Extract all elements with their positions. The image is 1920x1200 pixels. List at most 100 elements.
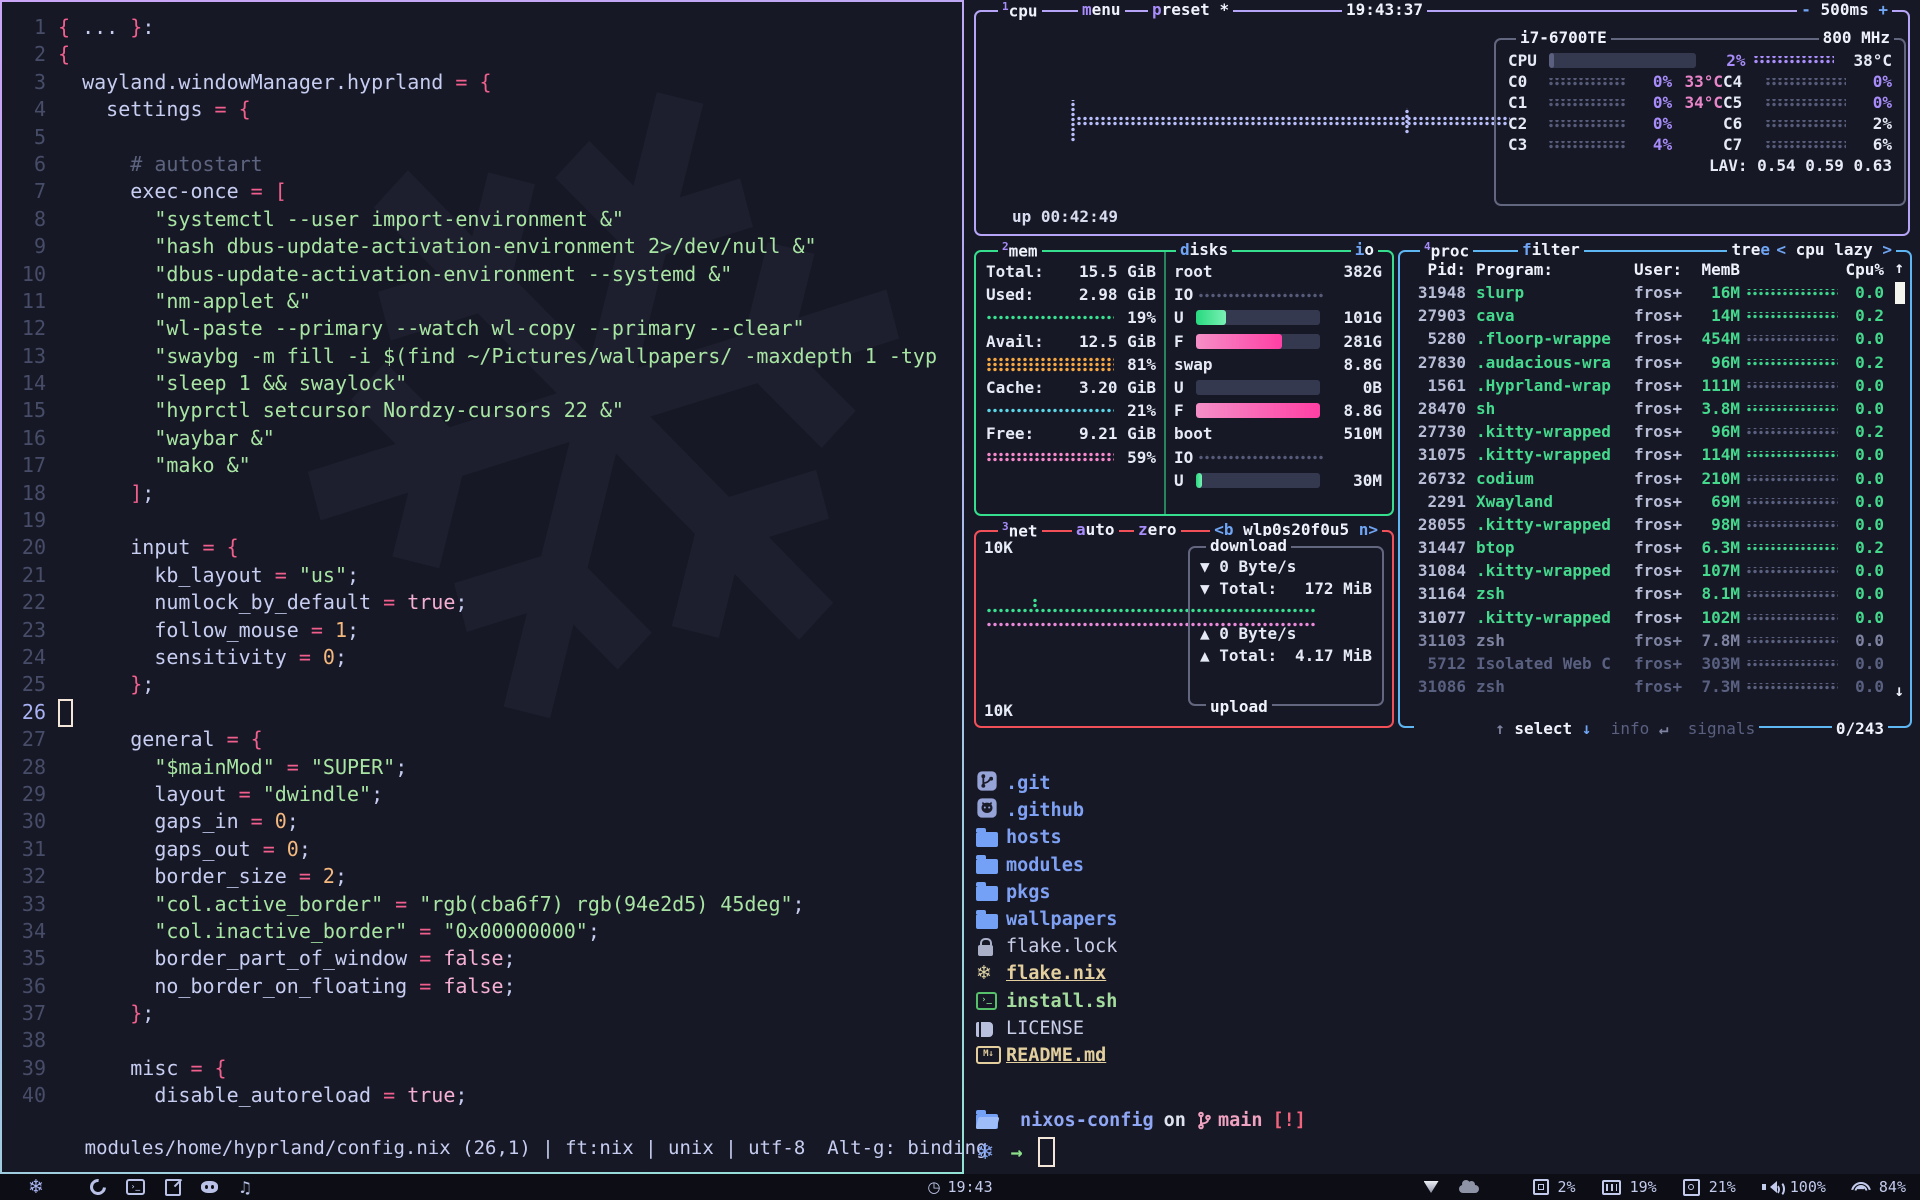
code-line[interactable]: 4 settings = { (2, 96, 962, 123)
proc-row[interactable]: 5712Isolated Web Cfros+303M0.0 (1410, 652, 1884, 675)
code-line[interactable]: 30 gaps_in = 0; (2, 808, 962, 835)
code-line[interactable]: 10 "dbus-update-activation-environment -… (2, 261, 962, 288)
code-line[interactable]: 34 "col.inactive_border" = "0x00000000"; (2, 918, 962, 945)
code-line[interactable]: 9 "hash dbus-update-activation-environme… (2, 233, 962, 260)
proc-scroll-up-icon[interactable]: ↑ (1894, 258, 1904, 277)
code-line[interactable]: 3 wayland.windowManager.hyprland = { (2, 69, 962, 96)
menu-button[interactable]: menu (1078, 0, 1125, 19)
nixos-menu-icon[interactable]: ❄ (28, 1178, 44, 1197)
code-line[interactable]: 35 border_part_of_window = false; (2, 945, 962, 972)
code-line[interactable]: 7 exec-once = [ (2, 178, 962, 205)
file-row[interactable]: ❄flake.nix (976, 960, 1908, 987)
cpu-box-title[interactable]: 1cpu (998, 0, 1042, 20)
code-line[interactable]: 14 "sleep 1 && swaylock" (2, 370, 962, 397)
file-row[interactable]: modules (976, 852, 1908, 879)
code-line[interactable]: 36 no_border_on_floating = false; (2, 973, 962, 1000)
editor-code-area[interactable]: 1{ ... }:2{3 wayland.windowManager.hyprl… (2, 14, 962, 1110)
app-terminal-icon[interactable]: ›_ (126, 1179, 145, 1195)
proc-row[interactable]: 31075.kitty-wrappedfros+114M0.0 (1410, 443, 1884, 466)
editor-window[interactable]: 1{ ... }:2{3 wayland.windowManager.hyprl… (0, 0, 964, 1174)
file-row[interactable]: wallpapers (976, 906, 1908, 933)
code-line[interactable]: 25 }; (2, 671, 962, 698)
cloud-icon[interactable] (1459, 1185, 1479, 1193)
proc-row[interactable]: 5280.floorp-wrappefros+454M0.0 (1410, 327, 1884, 350)
code-line[interactable]: 20 input = { (2, 534, 962, 561)
code-line[interactable]: 39 misc = { (2, 1055, 962, 1082)
file-row[interactable]: M↓README.md (976, 1042, 1908, 1069)
code-line[interactable]: 29 layout = "dwindle"; (2, 781, 962, 808)
code-line[interactable]: 23 follow_mouse = 1; (2, 617, 962, 644)
proc-row[interactable]: 28055.kitty-wrappedfros+98M0.0 (1410, 513, 1884, 536)
code-line[interactable]: 11 "nm-applet &" (2, 288, 962, 315)
code-line[interactable]: 5 (2, 124, 962, 151)
file-row[interactable]: .github (976, 797, 1908, 824)
proc-row[interactable]: 1561.Hyprland-wrapfros+111M0.0 (1410, 374, 1884, 397)
module-hdd[interactable]: 21% (1683, 1178, 1736, 1196)
proc-row[interactable]: 31077.kitty-wrappedfros+102M0.0 (1410, 606, 1884, 629)
app-browser-icon[interactable] (87, 1176, 110, 1199)
code-line[interactable]: 13 "swaybg -m fill -i $(find ~/Pictures/… (2, 343, 962, 370)
file-row[interactable]: LICENSE (976, 1015, 1908, 1042)
code-line[interactable]: 33 "col.active_border" = "rgb(cba6f7) rg… (2, 891, 962, 918)
code-line[interactable]: 24 sensitivity = 0; (2, 644, 962, 671)
app-music-icon[interactable]: ♫ (238, 1178, 252, 1197)
code-line[interactable]: 28 "$mainMod" = "SUPER"; (2, 754, 962, 781)
code-line[interactable]: 8 "systemctl --user import-environment &… (2, 206, 962, 233)
proc-row[interactable]: 31948slurpfros+16M0.0 (1410, 281, 1884, 304)
proc-row[interactable]: 31103zshfros+7.8M0.0 (1410, 629, 1884, 652)
net-auto-toggle[interactable]: auto (1072, 520, 1119, 539)
app-notes-icon[interactable] (165, 1179, 181, 1196)
code-line[interactable]: 17 "mako &" (2, 452, 962, 479)
proc-row[interactable]: 26732codiumfros+210M0.0 (1410, 467, 1884, 490)
module-wifi[interactable]: 84% (1852, 1178, 1906, 1196)
bar-clock[interactable]: ◷ 19:43 (927, 1178, 992, 1196)
prompt-input-line[interactable]: ❄ → (964, 1138, 1908, 1166)
code-line[interactable]: 16 "waybar &" (2, 425, 962, 452)
disks-io-toggle[interactable]: io (1351, 240, 1378, 259)
proc-row[interactable]: 27830.audacious-wrafros+96M0.2 (1410, 351, 1884, 374)
app-discord-icon[interactable] (201, 1181, 218, 1193)
proc-row[interactable]: 2291Xwaylandfros+69M0.0 (1410, 490, 1884, 513)
proc-sort-control[interactable]: < cpu lazy > (1772, 240, 1896, 259)
update-interval-control[interactable]: - 500ms + (1797, 0, 1892, 19)
proc-scrollbar[interactable] (1895, 282, 1905, 304)
proc-filter-button[interactable]: filter (1518, 240, 1584, 259)
code-line[interactable]: 22 numlock_by_default = true; (2, 589, 962, 616)
module-chip[interactable]: 2% (1533, 1178, 1576, 1196)
wifi-tray-icon[interactable] (1424, 1181, 1439, 1193)
proc-row[interactable]: 31084.kitty-wrappedfros+107M0.0 (1410, 559, 1884, 582)
net-zero-toggle[interactable]: zero (1134, 520, 1181, 539)
code-line[interactable]: 26 (2, 699, 962, 726)
proc-row[interactable]: 31164zshfros+8.1M0.0 (1410, 582, 1884, 605)
proc-row[interactable]: 31086zshfros+7.3M0.0 (1410, 675, 1884, 698)
file-row[interactable]: .git (976, 770, 1908, 797)
file-row[interactable]: hosts (976, 824, 1908, 851)
proc-row[interactable]: 28470shfros+3.8M0.0 (1410, 397, 1884, 420)
proc-scroll-down-icon[interactable]: ↓ (1894, 681, 1904, 700)
terminal-window[interactable]: .git.githubhostsmodulespkgswallpapersfla… (964, 736, 1920, 1174)
code-line[interactable]: 12 "wl-paste --primary --watch wl-copy -… (2, 315, 962, 342)
file-row[interactable]: ›_install.sh (976, 988, 1908, 1015)
code-line[interactable]: 15 "hyprctl setcursor Nordzy-cursors 22 … (2, 397, 962, 424)
disks-title[interactable]: disks (1176, 240, 1232, 259)
code-line[interactable]: 18 ]; (2, 480, 962, 507)
proc-header-row[interactable]: Pid: Program: User: MemB Cpu% (1410, 258, 1884, 281)
code-line[interactable]: 19 (2, 507, 962, 534)
code-line[interactable]: 31 gaps_out = 0; (2, 836, 962, 863)
file-row[interactable]: flake.lock (976, 933, 1908, 960)
proc-row[interactable]: 31447btopfros+6.3M0.2 (1410, 536, 1884, 559)
mem-box-title[interactable]: 2mem (998, 240, 1042, 260)
code-line[interactable]: 27 general = { (2, 726, 962, 753)
proc-footer-keys[interactable]: ↑ select ↓ info ↵ signals (1414, 700, 1759, 738)
proc-row[interactable]: 27903cavafros+14M0.2 (1410, 304, 1884, 327)
proc-tree-toggle[interactable]: tree (1727, 240, 1774, 259)
code-line[interactable]: 38 (2, 1027, 962, 1054)
code-line[interactable]: 2{ (2, 41, 962, 68)
proc-row[interactable]: 27730.kitty-wrappedfros+96M0.2 (1410, 420, 1884, 443)
code-line[interactable]: 1{ ... }: (2, 14, 962, 41)
code-line[interactable]: 32 border_size = 2; (2, 863, 962, 890)
code-line[interactable]: 37 }; (2, 1000, 962, 1027)
file-row[interactable]: pkgs (976, 879, 1908, 906)
code-line[interactable]: 6 # autostart (2, 151, 962, 178)
preset-button[interactable]: preset * (1148, 0, 1233, 19)
